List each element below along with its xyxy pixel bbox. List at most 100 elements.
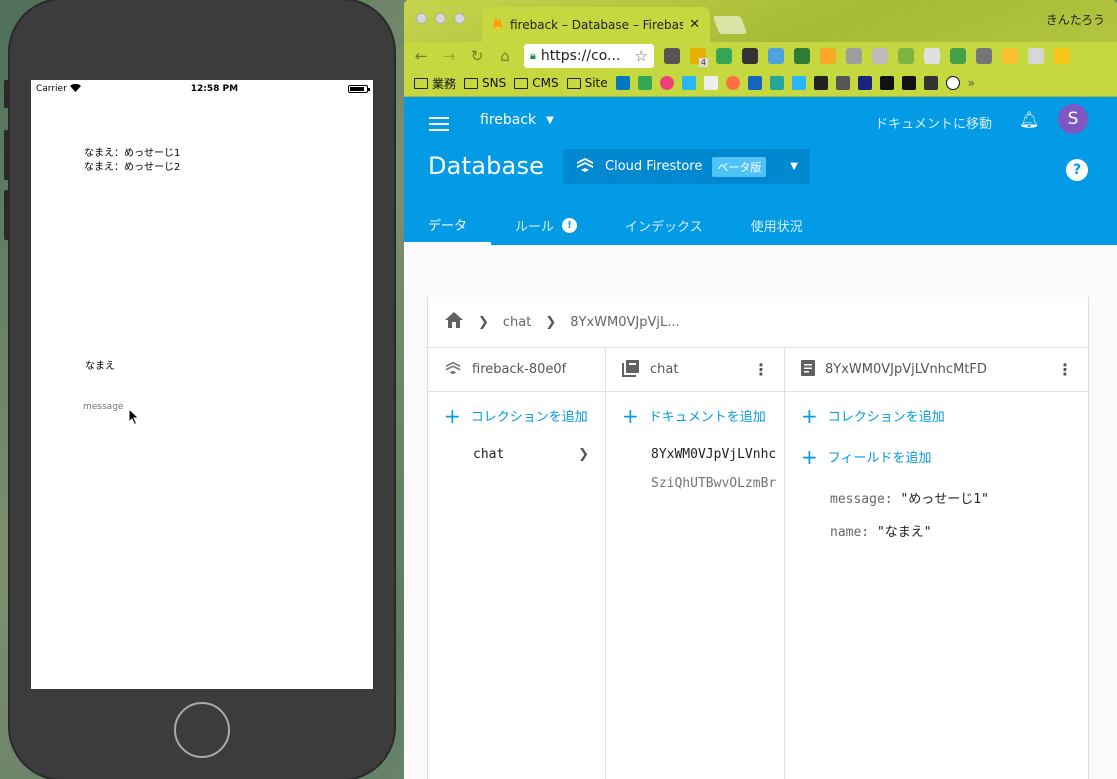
dropdown-arrow-icon: ▼: [546, 114, 554, 126]
extension-badge-icon[interactable]: 4: [690, 48, 708, 67]
list-item[interactable]: 8YxWM0VJpVjLVnhc: [606, 425, 784, 462]
chart-extension-icon[interactable]: [820, 48, 836, 64]
new-tab-button[interactable]: [712, 16, 748, 34]
link-extension-icon[interactable]: [846, 48, 862, 64]
list-item[interactable]: chat ❯: [428, 425, 605, 462]
go-to-docs-link[interactable]: ドキュメントに移動: [875, 113, 992, 132]
window-minimize-button[interactable]: [435, 13, 446, 24]
add-document-button[interactable]: + ドキュメントを追加: [606, 392, 784, 426]
breadcrumb-item[interactable]: chat: [503, 315, 531, 330]
bookmark-star-icon[interactable]: ☆: [635, 47, 648, 65]
document-field[interactable]: name: "なまえ": [785, 507, 1088, 540]
tab-close-icon[interactable]: ✕: [689, 17, 700, 32]
printer-bookmark-icon[interactable]: [835, 76, 850, 90]
bookmark-folder[interactable]: Site: [566, 76, 608, 90]
add-collection-button[interactable]: + コレクションを追加: [785, 392, 1088, 426]
funnel-bookmark-icon[interactable]: [923, 76, 938, 90]
field-key: name:: [830, 525, 870, 540]
lock-icon: 🔒︎: [530, 49, 536, 62]
more-vert-icon[interactable]: ⋮: [753, 360, 769, 379]
beta-badge: ベータ版: [712, 156, 767, 177]
more-bookmarks-icon[interactable]: »: [968, 76, 975, 90]
firebase-header: fireback ▼ ドキュメントに移動 🔔︎ S Database Cloud…: [404, 97, 1117, 245]
tab-data[interactable]: データ: [404, 206, 492, 245]
notifications-bell-icon[interactable]: 🔔︎: [1019, 110, 1039, 129]
breadcrumb-item[interactable]: 8YxWM0VJpVjL...: [570, 315, 679, 330]
s-extension-icon[interactable]: [794, 48, 810, 64]
reload-icon[interactable]: ↻: [468, 47, 486, 65]
add-field-button[interactable]: + フィールドを追加: [785, 425, 1088, 467]
tab-indexes[interactable]: インデックス: [601, 206, 727, 245]
mute-switch: [4, 80, 10, 108]
lf-bookmark-icon[interactable]: [747, 76, 762, 90]
folder-icon: [514, 77, 529, 89]
home-button[interactable]: [174, 702, 230, 758]
lightbulb-extension-icon[interactable]: [1054, 48, 1070, 64]
database-selector[interactable]: Cloud Firestore ベータ版 ▼: [563, 149, 810, 184]
checkmark-extension-icon[interactable]: [742, 48, 758, 64]
firefox-bookmark-icon[interactable]: [725, 76, 740, 90]
speech-extension-icon[interactable]: [872, 48, 888, 64]
hamburger-menu-icon[interactable]: [429, 117, 449, 131]
folder-icon: [464, 77, 479, 89]
firestore-data-panel: ❯ chat ❯ 8YxWM0VJpVjL... fireback-80e0f …: [427, 297, 1089, 779]
forward-icon[interactable]: →: [440, 47, 458, 65]
collection-name: chat: [473, 447, 505, 462]
message-input[interactable]: [83, 402, 203, 412]
window-close-button[interactable]: [416, 13, 427, 24]
firestore-icon: [575, 156, 595, 178]
home-icon[interactable]: ⌂: [496, 47, 514, 65]
gem-extension-icon[interactable]: [950, 48, 966, 64]
field-value: "なまえ": [876, 525, 932, 540]
more-vert-icon[interactable]: ⋮: [1057, 360, 1073, 379]
diamond-bookmark-icon[interactable]: [681, 76, 696, 90]
tab-strip: fireback – Database – Firebase ✕ きんたろう: [404, 0, 1117, 42]
infinity-bookmark-icon[interactable]: [769, 76, 784, 90]
tab-usage[interactable]: 使用状況: [727, 206, 827, 245]
breadcrumb: ❯ chat ❯ 8YxWM0VJpVjL...: [428, 297, 1088, 348]
calendar-bookmark-icon[interactable]: [703, 76, 718, 90]
trello-bookmark-icon[interactable]: [615, 76, 630, 90]
fa-bookmark-icon[interactable]: [857, 76, 872, 90]
bookmark-folder[interactable]: 業務: [414, 75, 456, 92]
back-icon[interactable]: ←: [412, 47, 430, 65]
wifi-icon: [69, 83, 81, 95]
document-id: 8YxWM0VJpVjLVnhc: [651, 447, 777, 462]
p-bookmark-icon[interactable]: [879, 76, 894, 90]
plus-icon: +: [444, 403, 461, 428]
d-bookmark-icon[interactable]: [945, 76, 960, 90]
add-collection-button[interactable]: + コレクションを追加: [428, 392, 605, 428]
folder-icon: [566, 77, 581, 89]
help-icon[interactable]: ?: [1066, 159, 1088, 181]
dropdown-arrow-icon: ▼: [790, 161, 798, 172]
image-extension-icon[interactable]: [898, 48, 914, 64]
bookmark-folder[interactable]: SNS: [464, 76, 506, 90]
pink-bookmark-icon[interactable]: [659, 76, 674, 90]
m-extension-icon[interactable]: [1028, 48, 1044, 64]
pocket-extension-icon[interactable]: [664, 48, 680, 64]
project-selector[interactable]: fireback ▼: [480, 112, 554, 128]
browser-tab[interactable]: fireback – Database – Firebase ✕: [482, 7, 710, 42]
bookmark-folder[interactable]: CMS: [514, 76, 559, 90]
tab-rules[interactable]: ルール !: [491, 206, 601, 245]
gear-extension-icon[interactable]: [976, 48, 992, 64]
simulator-screen: Carrier 12:58 PM なまえ：めっせーじ1 なまえ：めっせーじ2 な…: [31, 80, 373, 689]
circle-extension-icon[interactable]: [1002, 48, 1018, 64]
arrow-bookmark-icon[interactable]: [901, 76, 916, 90]
user-avatar[interactable]: S: [1058, 104, 1088, 134]
cloud-bookmark-icon[interactable]: [791, 76, 806, 90]
firebase-favicon-icon: [492, 16, 504, 33]
diamond-extension-icon[interactable]: [716, 48, 732, 64]
building-bookmark-icon[interactable]: [813, 76, 828, 90]
c-extension-icon[interactable]: [924, 48, 940, 64]
iphone-simulator: Carrier 12:58 PM なまえ：めっせーじ1 なまえ：めっせーじ2 な…: [4, 0, 394, 779]
name-input[interactable]: なまえ: [85, 357, 115, 372]
window-zoom-button[interactable]: [454, 13, 465, 24]
address-bar[interactable]: 🔒︎ https://co... ☆: [524, 44, 654, 68]
document-field[interactable]: message: "めっせーじ1": [785, 466, 1088, 507]
list-item[interactable]: SziQhUTBwvOLzmBr: [606, 462, 784, 491]
home-icon[interactable]: [444, 311, 464, 333]
profile-name[interactable]: きんたろう: [1046, 11, 1105, 28]
drive-bookmark-icon[interactable]: [637, 76, 652, 90]
chat-extension-icon[interactable]: [768, 48, 784, 64]
